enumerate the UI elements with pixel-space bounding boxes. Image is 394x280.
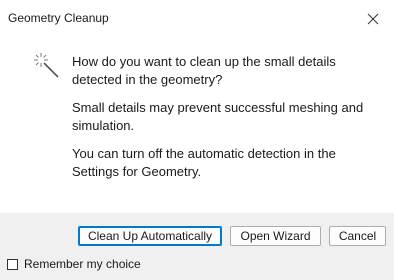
- dialog-title: Geometry Cleanup: [8, 11, 109, 25]
- clean-up-automatically-button[interactable]: Clean Up Automatically: [78, 226, 222, 246]
- open-wizard-button[interactable]: Open Wizard: [230, 226, 321, 246]
- remember-choice-label[interactable]: Remember my choice: [24, 257, 141, 271]
- hint-text: You can turn off the automatic detection…: [72, 146, 336, 179]
- message-text: How do you want to clean up the small de…: [72, 53, 377, 191]
- question-text: How do you want to clean up the small de…: [72, 54, 336, 87]
- close-button[interactable]: [358, 6, 388, 32]
- cancel-button[interactable]: Cancel: [329, 226, 386, 246]
- detail-text: Small details may prevent successful mes…: [72, 100, 364, 133]
- remember-choice-row[interactable]: Remember my choice: [7, 256, 141, 272]
- dialog-content: How do you want to clean up the small de…: [0, 38, 394, 204]
- cleanup-wand-icon: [34, 53, 59, 78]
- title-bar: Geometry Cleanup: [0, 0, 394, 38]
- dialog-footer: Clean Up Automatically Open Wizard Cance…: [0, 213, 394, 280]
- close-icon: [367, 13, 379, 25]
- remember-choice-checkbox[interactable]: [7, 258, 18, 270]
- geometry-cleanup-dialog: Geometry Cleanup How do you want to clea…: [0, 0, 394, 280]
- button-row: Clean Up Automatically Open Wizard Cance…: [0, 226, 394, 248]
